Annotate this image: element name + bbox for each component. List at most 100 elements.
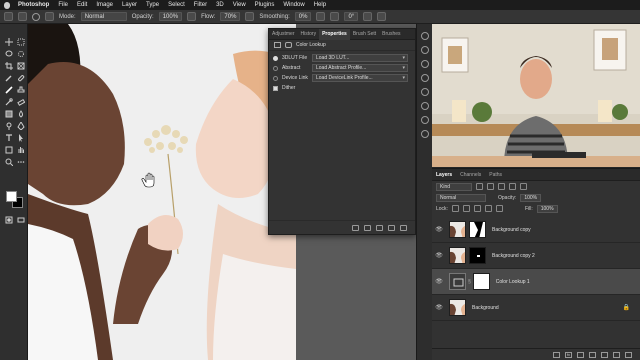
tab-adjustments[interactable]: Adjustmer <box>269 29 298 40</box>
menu-help[interactable]: Help <box>314 2 326 8</box>
lock-all-icon[interactable] <box>495 205 503 212</box>
layer-name[interactable]: Background copy <box>492 227 531 233</box>
layer-row-selected[interactable]: 👁 § Color Lookup 1 <box>432 269 640 295</box>
screen-mode-icon[interactable] <box>17 216 25 224</box>
delete-layer-icon[interactable] <box>625 351 632 358</box>
layer-name[interactable]: Background <box>472 305 499 311</box>
pressure-size-icon[interactable] <box>363 12 373 21</box>
angle-field[interactable]: 0° <box>344 12 359 21</box>
chain-link-icon[interactable]: § <box>468 279 471 285</box>
quick-mask-icon[interactable] <box>5 216 13 224</box>
menu-window[interactable]: Window <box>283 2 304 8</box>
blur-tool-icon[interactable] <box>17 110 25 118</box>
layer-mask-thumbnail[interactable] <box>469 247 486 264</box>
blend-mode-select[interactable]: Normal <box>436 193 486 202</box>
pen-tool-icon[interactable] <box>17 122 25 130</box>
adjustments-panel-icon[interactable] <box>421 102 429 110</box>
lock-transparent-icon[interactable] <box>451 205 459 212</box>
visibility-eye-icon[interactable]: 👁 <box>432 278 446 285</box>
lock-image-icon[interactable] <box>462 205 470 212</box>
visibility-eye-icon[interactable]: 👁 <box>432 226 446 233</box>
frame-tool-icon[interactable] <box>17 62 25 70</box>
filter-adjustment-icon[interactable] <box>487 183 494 190</box>
layer-row[interactable]: 👁 Background copy 2 <box>432 243 640 269</box>
smoothing-options-icon[interactable] <box>316 12 326 21</box>
new-group-icon[interactable] <box>601 351 608 358</box>
tab-brushes[interactable]: Brushes <box>379 29 403 40</box>
layer-name[interactable]: Background copy 2 <box>492 253 535 259</box>
tab-history[interactable]: History <box>298 29 320 40</box>
layer-style-fx-button[interactable]: fx <box>565 351 572 358</box>
patterns-panel-icon[interactable] <box>421 74 429 82</box>
airbrush-icon[interactable] <box>245 12 255 21</box>
delete-icon[interactable] <box>400 224 407 231</box>
layer-opacity-field[interactable]: 100% <box>520 193 542 202</box>
opacity-field[interactable]: 100% <box>158 12 183 21</box>
color-panel-icon[interactable] <box>421 32 429 40</box>
libraries-panel-icon[interactable] <box>421 88 429 96</box>
reset-icon[interactable] <box>376 224 383 231</box>
mode-select[interactable]: Normal <box>80 12 127 21</box>
tab-properties[interactable]: Properties <box>319 28 350 40</box>
tab-channels[interactable]: Channels <box>456 169 485 181</box>
layer-name[interactable]: Color Lookup 1 <box>496 279 530 285</box>
new-layer-icon[interactable] <box>613 351 620 358</box>
healing-brush-tool-icon[interactable] <box>17 74 25 82</box>
add-mask-icon[interactable] <box>577 351 584 358</box>
flow-field[interactable]: 70% <box>220 12 241 21</box>
new-adjustment-layer-icon[interactable] <box>589 351 596 358</box>
smoothing-field[interactable]: 0% <box>294 12 312 21</box>
lut-3d-dropdown[interactable]: Load 3D LUT... <box>312 54 408 62</box>
move-tool-icon[interactable] <box>5 38 13 46</box>
lut-3d-radio[interactable] <box>273 55 278 61</box>
menu-type[interactable]: Type <box>146 2 159 8</box>
visibility-eye-icon[interactable]: 👁 <box>432 304 446 311</box>
history-brush-tool-icon[interactable] <box>5 98 13 106</box>
lock-artboard-icon[interactable] <box>484 205 492 212</box>
document-canvas[interactable] <box>28 24 296 360</box>
device-link-radio[interactable] <box>273 75 278 81</box>
layer-row[interactable]: 👁 Background copy <box>432 217 640 243</box>
menu-file[interactable]: File <box>58 2 68 8</box>
layer-mask-thumbnail[interactable] <box>472 273 490 290</box>
path-selection-tool-icon[interactable] <box>17 134 25 142</box>
filter-smart-object-icon[interactable] <box>520 183 527 190</box>
filter-shape-icon[interactable] <box>509 183 516 190</box>
hand-tool-icon[interactable] <box>17 146 25 154</box>
quick-select-tool-icon[interactable] <box>17 50 25 58</box>
pressure-opacity-icon[interactable] <box>187 12 197 21</box>
dither-checkbox[interactable] <box>273 85 278 91</box>
gradient-tool-icon[interactable] <box>5 110 13 118</box>
menu-layer[interactable]: Layer <box>122 2 137 8</box>
clip-to-layer-icon[interactable] <box>352 224 359 231</box>
visibility-icon[interactable] <box>388 224 395 231</box>
brush-size-icon[interactable] <box>32 12 40 21</box>
clone-stamp-tool-icon[interactable] <box>17 86 25 94</box>
tab-brush-settings[interactable]: Brush Sett <box>350 29 379 40</box>
abstract-radio[interactable] <box>273 65 278 71</box>
rectangle-tool-icon[interactable] <box>5 146 13 154</box>
apple-icon[interactable] <box>4 1 10 9</box>
layer-mask-icon[interactable] <box>285 42 292 48</box>
view-previous-icon[interactable] <box>364 224 371 231</box>
menu-select[interactable]: Select <box>168 2 185 8</box>
channels-panel-icon[interactable] <box>421 116 429 124</box>
brush-settings-icon[interactable] <box>45 12 54 21</box>
edit-toolbar-icon[interactable] <box>17 158 25 166</box>
layer-mask-thumbnail[interactable] <box>469 221 486 238</box>
filter-type-icon[interactable] <box>498 183 505 190</box>
abstract-dropdown[interactable]: Load Abstract Profile... <box>312 64 408 72</box>
menu-view[interactable]: View <box>233 2 246 8</box>
marquee-tool-icon[interactable] <box>17 38 25 46</box>
gradients-panel-icon[interactable] <box>421 60 429 68</box>
menu-edit[interactable]: Edit <box>77 2 87 8</box>
brush-tool-icon[interactable] <box>5 86 13 94</box>
filter-pixel-icon[interactable] <box>476 183 483 190</box>
fill-field[interactable]: 100% <box>536 204 558 213</box>
foreground-color-swatch[interactable] <box>6 191 17 202</box>
type-tool-icon[interactable] <box>5 134 13 142</box>
visibility-eye-icon[interactable]: 👁 <box>432 252 446 259</box>
crop-tool-icon[interactable] <box>5 62 13 70</box>
lasso-tool-icon[interactable] <box>5 50 13 58</box>
layer-row[interactable]: 👁 Background 🔒 <box>432 295 640 321</box>
